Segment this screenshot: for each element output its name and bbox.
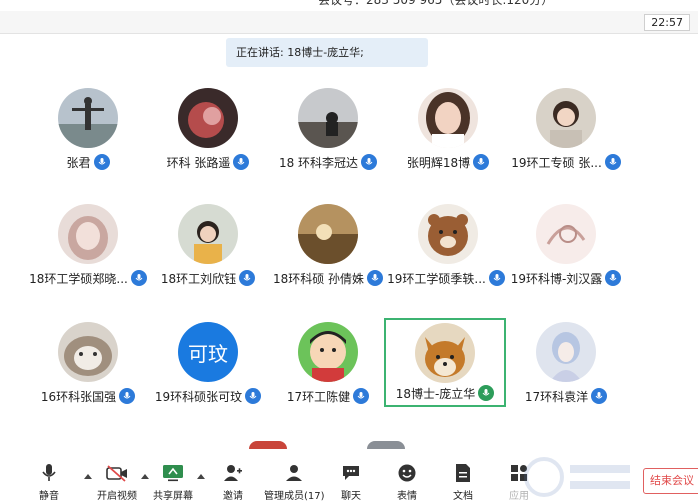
watermark-logo [524, 457, 630, 497]
avatar [58, 204, 118, 264]
mic-icon [361, 154, 378, 170]
mic-icon [233, 154, 250, 170]
documents-label: 文档 [453, 491, 473, 502]
avatar [536, 204, 596, 264]
video-off-icon [106, 462, 128, 483]
avatar [536, 322, 596, 382]
participant-name: 18 环科李冠达 [278, 155, 359, 170]
avatar [418, 88, 478, 148]
mic-icon [130, 270, 147, 286]
mic-icon [488, 270, 505, 286]
participant-name: 张君 [66, 155, 91, 170]
avatar [298, 204, 358, 264]
participant-tile[interactable]: 18 环科李冠达 [267, 84, 389, 176]
reactions-label: 表情 [397, 491, 417, 502]
avatar-initials: 可玟 [188, 341, 228, 366]
participant-tile[interactable]: 19环科博-刘汉露 [505, 200, 627, 292]
participant-name: 18环科硕 孙倩姝 [272, 271, 365, 286]
invite-label: 邀请 [223, 491, 243, 502]
avatar-partial [367, 441, 405, 449]
end-meeting-button[interactable]: 结束会议 [643, 468, 698, 494]
avatar [178, 88, 238, 148]
start-video-button[interactable]: 开启视频 [97, 462, 137, 502]
video-label: 开启视频 [97, 491, 137, 502]
documents-button[interactable]: 文档 [452, 462, 474, 502]
avatar [418, 204, 478, 264]
participant-grid: 张君 环科 张路遥 18 环科李冠达 张明辉18博 19环工专硕 张... 18… [0, 0, 698, 503]
participant-tile[interactable]: 18环工学硕郑晓... [27, 200, 149, 292]
mic-icon [604, 154, 621, 170]
participant-name: 19环科博-刘汉露 [510, 271, 603, 286]
participant-name: 19环工学硕季轶... [387, 271, 486, 286]
participant-tile[interactable]: 16环科张国强 [27, 318, 149, 410]
mic-icon [353, 388, 370, 404]
participant-name: 17环工陈健 [286, 389, 351, 404]
avatar [178, 204, 238, 264]
participant-name: 19环工专硕 张... [511, 155, 602, 170]
avatar-partial [249, 441, 287, 449]
avatar [298, 322, 358, 382]
invite-button[interactable]: 邀请 [222, 462, 244, 502]
members-icon [283, 462, 305, 483]
participant-tile[interactable]: 17环工陈健 [267, 318, 389, 410]
participant-name: 18博士-庞立华 [395, 386, 476, 401]
mic-icon [119, 388, 136, 404]
mic-icon [473, 154, 490, 170]
share-options-caret[interactable] [197, 474, 205, 479]
participant-name: 17环科袁洋 [524, 389, 589, 404]
members-label: 管理成员(17) [264, 491, 325, 502]
participant-name: 16环科张国强 [40, 389, 117, 404]
participant-name: 张明辉18博 [406, 155, 471, 170]
avatar [415, 323, 475, 383]
chat-button[interactable]: 聊天 [340, 462, 362, 502]
microphone-icon [38, 462, 60, 483]
mic-icon [605, 270, 622, 286]
avatar: 可玟 [178, 322, 238, 382]
reactions-button[interactable]: 表情 [396, 462, 418, 502]
participant-name: 19环科硕张可玟 [154, 389, 243, 404]
document-icon [452, 462, 474, 483]
participant-tile-active[interactable]: 18博士-庞立华 [384, 318, 506, 407]
chat-icon [340, 462, 362, 483]
avatar [58, 88, 118, 148]
participant-tile[interactable]: 19环工专硕 张... [505, 84, 627, 176]
participant-tile[interactable]: 17环科袁洋 [505, 318, 627, 410]
share-screen-icon [162, 462, 184, 483]
share-screen-button[interactable]: 共享屏幕 [153, 462, 193, 502]
share-label: 共享屏幕 [153, 491, 193, 502]
participant-tile[interactable]: 张明辉18博 [387, 84, 509, 176]
participant-tile[interactable]: 可玟 19环科硕张可玟 [147, 318, 269, 410]
participant-name: 18环工学硕郑晓... [29, 271, 128, 286]
participant-tile[interactable]: 环科 张路遥 [147, 84, 269, 176]
mic-icon [591, 388, 608, 404]
avatar [298, 88, 358, 148]
avatar [536, 88, 596, 148]
smiley-icon [396, 462, 418, 483]
add-user-icon [222, 462, 244, 483]
mic-icon [93, 154, 110, 170]
mic-icon [239, 270, 256, 286]
mic-icon [245, 388, 262, 404]
participant-tile[interactable]: 张君 [27, 84, 149, 176]
mute-label: 静音 [39, 491, 59, 502]
video-options-caret[interactable] [141, 474, 149, 479]
participant-name: 18环工刘欣钰 [160, 271, 237, 286]
participant-tile[interactable]: 18环科硕 孙倩姝 [267, 200, 389, 292]
participant-name: 环科 张路遥 [166, 155, 231, 170]
mute-options-caret[interactable] [84, 474, 92, 479]
mute-button[interactable]: 静音 [38, 462, 60, 502]
mic-icon [367, 270, 384, 286]
avatar [58, 322, 118, 382]
participant-tile[interactable]: 18环工刘欣钰 [147, 200, 269, 292]
manage-members-button[interactable]: 管理成员(17) [264, 462, 325, 502]
mic-speaking-icon [478, 385, 495, 401]
chat-label: 聊天 [341, 491, 361, 502]
participant-tile[interactable]: 19环工学硕季轶... [385, 200, 507, 292]
